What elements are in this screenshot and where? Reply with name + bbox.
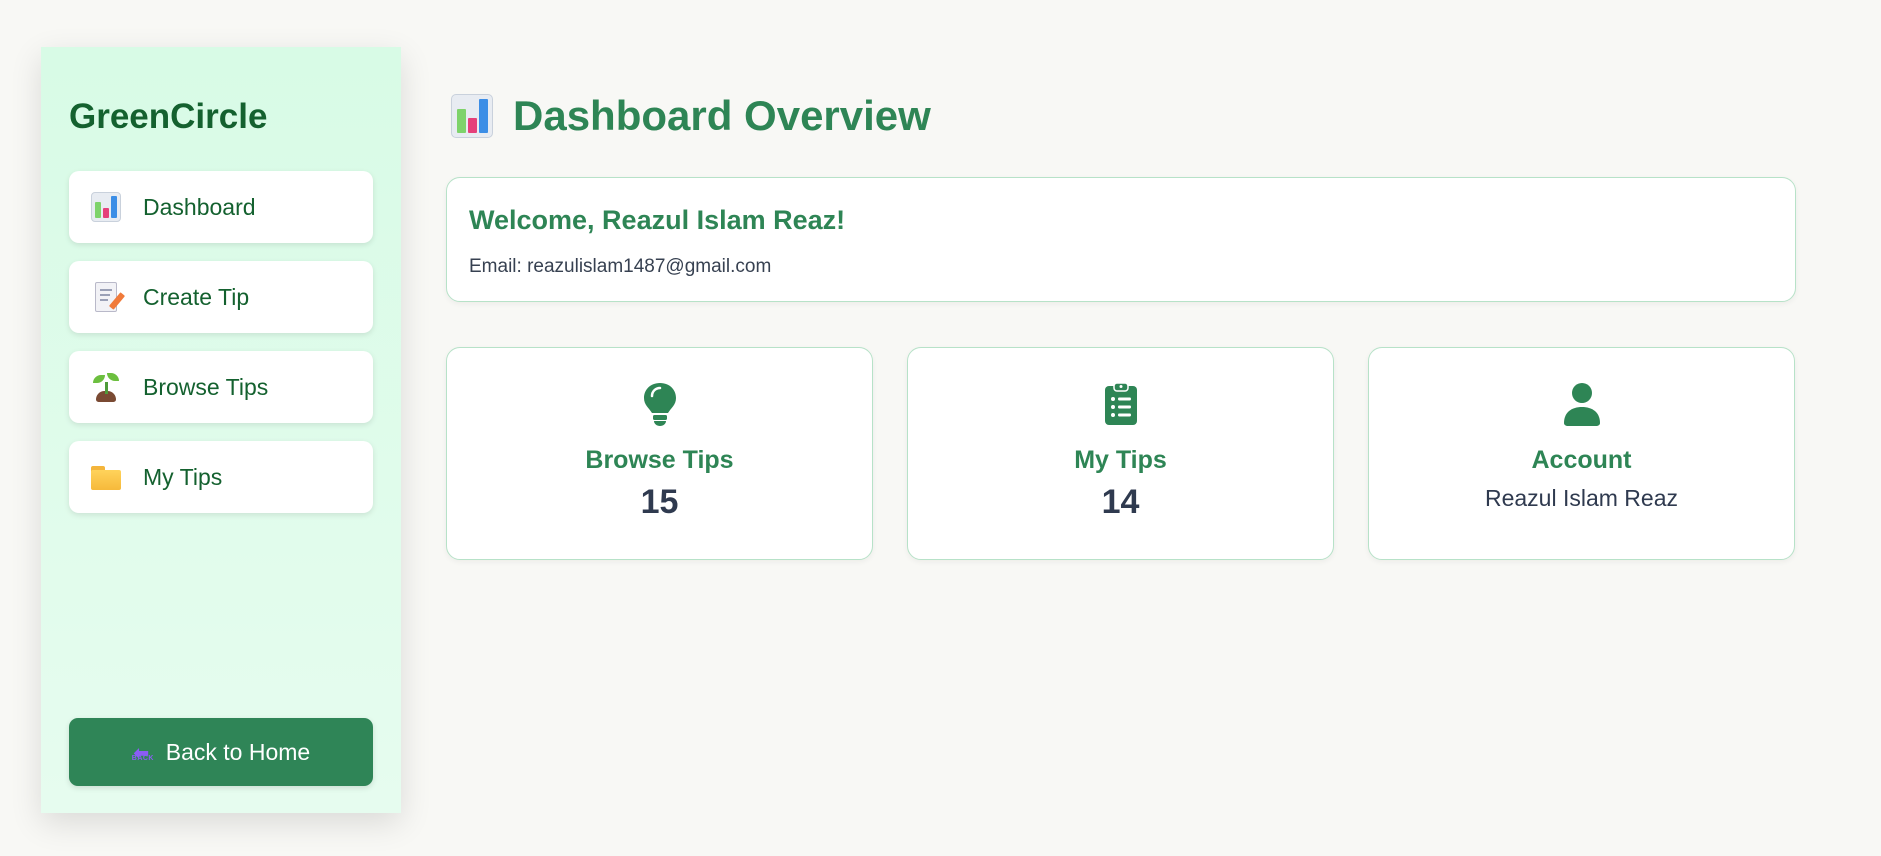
user-email: Email: reazulislam1487@gmail.com: [469, 256, 772, 277]
card-value: 14: [1101, 483, 1140, 521]
sidebar: GreenCircle Dashboard Create Tip Browse …: [41, 47, 401, 813]
account-card[interactable]: Account Reazul Islam Reaz: [1368, 347, 1795, 560]
sidebar-item-label: Dashboard: [143, 193, 256, 220]
sidebar-item-create-tip[interactable]: Create Tip: [69, 261, 373, 333]
folder-icon: [91, 462, 121, 492]
page-title: Dashboard Overview: [451, 92, 931, 140]
brand-logo-text[interactable]: GreenCircle: [69, 97, 267, 137]
card-label: My Tips: [1074, 446, 1167, 474]
welcome-card: Welcome, Reazul Islam Reaz! Email: reazu…: [446, 177, 1796, 302]
browse-tips-card[interactable]: Browse Tips 15: [446, 347, 873, 560]
sidebar-item-browse-tips[interactable]: Browse Tips: [69, 351, 373, 423]
bar-chart-icon: [451, 94, 493, 138]
lightbulb-icon: [643, 383, 676, 426]
card-label: Account: [1531, 446, 1632, 474]
bar-chart-icon: [91, 192, 121, 222]
clipboard-list-icon: [1104, 382, 1137, 425]
back-to-home-button[interactable]: ⬅ BACK Back to Home: [69, 718, 373, 786]
sidebar-item-label: Browse Tips: [143, 373, 269, 400]
back-arrow-icon: ⬅ BACK: [131, 743, 154, 763]
sidebar-item-label: Create Tip: [143, 283, 250, 310]
card-value: 15: [640, 483, 679, 521]
page-title-text: Dashboard Overview: [513, 92, 931, 139]
sidebar-item-dashboard[interactable]: Dashboard: [69, 171, 373, 243]
sidebar-item-label: My Tips: [143, 463, 223, 490]
app-root: GreenCircle Dashboard Create Tip Browse …: [0, 0, 1881, 856]
card-label: Browse Tips: [585, 446, 734, 474]
user-icon: [1563, 383, 1600, 426]
account-name: Reazul Islam Reaz: [1484, 485, 1679, 511]
sidebar-item-my-tips[interactable]: My Tips: [69, 441, 373, 513]
memo-icon: [95, 282, 126, 312]
sidebar-nav: Dashboard Create Tip Browse Tips My Tips: [69, 171, 373, 531]
seedling-icon: [91, 372, 121, 402]
back-to-home-label: Back to Home: [165, 738, 311, 765]
welcome-heading: Welcome, Reazul Islam Reaz!: [469, 205, 846, 235]
my-tips-card[interactable]: My Tips 14: [907, 347, 1334, 560]
